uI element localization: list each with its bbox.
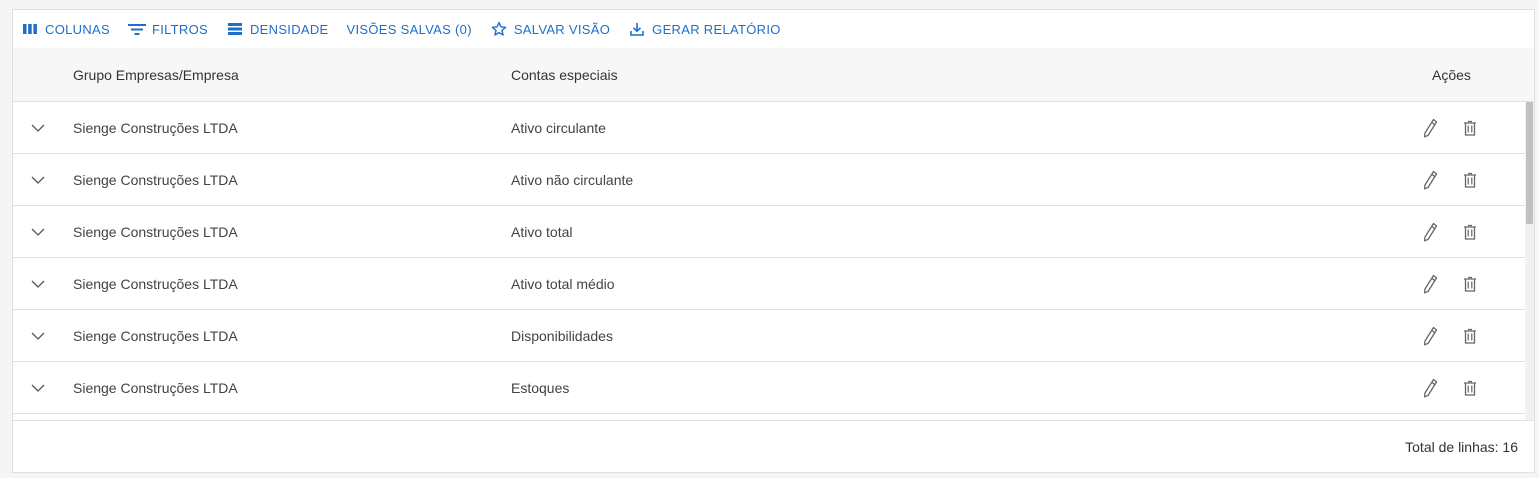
total-rows-label: Total de linhas: 16 [1405,439,1518,455]
cell-group: Sienge Construções LTDA [73,380,238,396]
header-contas-especiais[interactable]: Contas especiais [511,48,618,102]
row-actions [1421,258,1479,310]
chevron-down-icon[interactable] [27,206,49,258]
row-actions [1421,206,1479,258]
pencil-icon[interactable] [1421,378,1439,398]
density-label: DENSIDADE [249,21,329,37]
density-icon [226,20,244,38]
filter-icon [127,20,146,38]
row-actions [1421,102,1479,154]
trash-icon[interactable] [1461,327,1479,345]
grid-toolbar: COLUNAS FILTROS DENSIDADE VISÕES SALVAS … [13,10,1534,48]
pencil-icon[interactable] [1421,118,1439,138]
pencil-icon[interactable] [1421,222,1439,242]
cell-conta: Ativo total [511,224,573,240]
cell-conta: Ativo não circulante [511,172,634,188]
cell-conta: Disponibilidades [511,328,613,344]
cell-group: Sienge Construções LTDA [73,328,238,344]
density-button[interactable]: DENSIDADE [226,14,338,44]
cell-group: Sienge Construções LTDA [73,224,238,240]
table-row: Sienge Construções LTDA Estoques [13,362,1526,414]
cell-group: Sienge Construções LTDA [73,172,238,188]
save-view-button[interactable]: SALVAR VISÃO [490,14,619,44]
saved-views-label: VISÕES SALVAS (0) [346,21,472,37]
table-row: Sienge Construções LTDA Ativo circulante [13,102,1526,154]
report-button[interactable]: GERAR RELATÓRIO [628,14,790,44]
report-label: GERAR RELATÓRIO [652,21,781,37]
columns-label: COLUNAS [45,21,110,37]
table-row: Sienge Construções LTDA Disponibilidades [13,310,1526,362]
row-actions [1421,154,1479,206]
chevron-down-icon[interactable] [27,154,49,206]
table-header: Grupo Empresas/Empresa Contas especiais … [13,48,1534,102]
grid-footer: Total de linhas: 16 [13,420,1534,473]
table-row: Sienge Construções LTDA Ativo não circul… [13,154,1526,206]
cell-group: Sienge Construções LTDA [73,276,238,292]
table-row: Sienge Construções LTDA Ativo total médi… [13,258,1526,310]
cell-group: Sienge Construções LTDA [73,120,238,136]
header-actions: Ações [1432,67,1471,83]
chevron-down-icon[interactable] [27,258,49,310]
row-actions [1421,362,1479,414]
header-group[interactable]: Grupo Empresas/Empresa [73,48,239,102]
chevron-down-icon[interactable] [27,362,49,414]
vertical-scrollbar[interactable] [1525,102,1534,420]
star-icon [490,20,508,38]
cell-conta: Ativo circulante [511,120,606,136]
row-actions [1421,310,1479,362]
trash-icon[interactable] [1461,275,1479,293]
trash-icon[interactable] [1461,119,1479,137]
pencil-icon[interactable] [1421,274,1439,294]
cell-conta: Ativo total médio [511,276,615,292]
trash-icon[interactable] [1461,379,1479,397]
save-view-label: SALVAR VISÃO [513,21,611,37]
trash-icon[interactable] [1461,171,1479,189]
pencil-icon[interactable] [1421,170,1439,190]
columns-icon [21,20,39,38]
cell-conta: Estoques [511,380,570,396]
filters-button[interactable]: FILTROS [127,14,217,44]
chevron-down-icon[interactable] [27,102,49,154]
table-row: Sienge Construções LTDA Ativo total [13,206,1526,258]
data-grid: COLUNAS FILTROS DENSIDADE VISÕES SALVAS … [12,9,1535,473]
filters-label: FILTROS [151,21,208,37]
saved-views-button[interactable]: VISÕES SALVAS (0) [347,14,481,44]
chevron-down-icon[interactable] [27,310,49,362]
scrollbar-thumb[interactable] [1526,102,1533,224]
trash-icon[interactable] [1461,223,1479,241]
table-body: Sienge Construções LTDA Ativo circulante… [13,102,1534,420]
columns-button[interactable]: COLUNAS [21,14,119,44]
download-icon [628,20,646,38]
pencil-icon[interactable] [1421,326,1439,346]
